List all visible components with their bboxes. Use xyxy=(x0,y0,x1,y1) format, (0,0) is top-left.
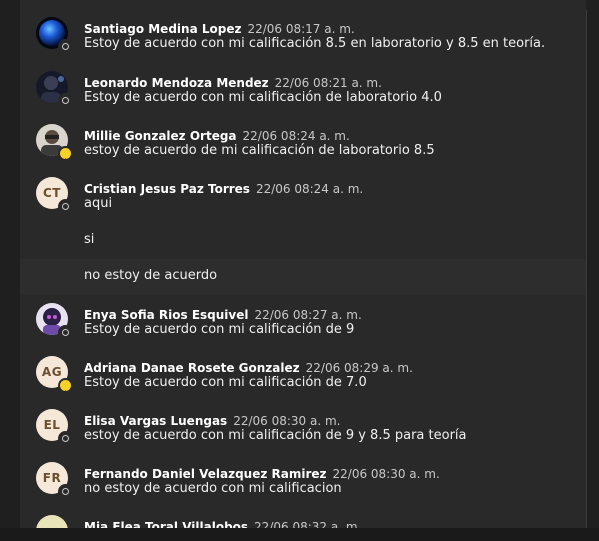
status-away-icon xyxy=(58,146,73,164)
timestamp: 22/06 08:17 a. m. xyxy=(247,22,355,36)
sender-name[interactable]: Cristian Jesus Paz Torres xyxy=(84,182,250,196)
timestamp: 22/06 08:27 a. m. xyxy=(254,308,362,322)
status-offline-icon xyxy=(58,484,73,499)
status-offline-icon xyxy=(58,199,73,214)
message-text: Estoy de acuerdo con mi calificación 8.5… xyxy=(84,36,546,51)
status-away-icon xyxy=(58,378,73,396)
message-text: estoy de acuerdo con mi calificación de … xyxy=(84,428,467,443)
status-offline-icon xyxy=(58,93,73,108)
status-offline-icon xyxy=(58,431,73,446)
sender-name[interactable]: Elisa Vargas Luengas xyxy=(84,414,227,428)
timestamp: 22/06 08:29 a. m. xyxy=(305,361,413,375)
timestamp: 22/06 08:21 a. m. xyxy=(274,76,382,90)
message-text: Estoy de acuerdo con mi calificación de … xyxy=(84,375,367,390)
sender-name[interactable]: Adriana Danae Rosete Gonzalez xyxy=(84,361,300,375)
message-text: aqui xyxy=(84,196,113,211)
scrollbar-track[interactable] xyxy=(586,10,587,530)
message-text: si xyxy=(84,232,95,247)
message-text: no estoy de acuerdo con mi calificacion xyxy=(84,481,342,496)
sender-name[interactable]: Leonardo Mendoza Mendez xyxy=(84,76,269,90)
message-text: Estoy de acuerdo con mi calificación de … xyxy=(84,90,442,105)
chat-message-list[interactable]: Santiago Medina Lopez 22/06 08:17 a. m. E… xyxy=(20,0,586,528)
status-offline-icon xyxy=(58,325,73,340)
timestamp: 22/06 08:30 a. m. xyxy=(233,414,341,428)
status-offline-icon xyxy=(58,39,73,54)
sender-name[interactable]: Santiago Medina Lopez xyxy=(84,22,241,36)
avatar[interactable] xyxy=(36,515,68,528)
timestamp: 22/06 08:24 a. m. xyxy=(255,182,364,196)
timestamp: 22/06 08:24 a. m. xyxy=(242,129,350,143)
bottom-bar xyxy=(0,528,599,541)
sender-name[interactable]: Millie Gonzalez Ortega xyxy=(84,129,237,143)
message-text: Estoy de acuerdo con mi calificación de … xyxy=(84,322,355,337)
sender-name[interactable]: Fernando Daniel Velazquez Ramirez xyxy=(84,467,327,481)
timestamp: 22/06 08:32 a. m. xyxy=(254,520,362,528)
message-text: no estoy de acuerdo xyxy=(84,268,218,283)
message-text: estoy de acuerdo de mi calificación de l… xyxy=(84,143,435,158)
timestamp: 22/06 08:30 a. m. xyxy=(332,467,440,481)
sender-name[interactable]: Enya Sofia Rios Esquivel xyxy=(84,308,248,322)
sender-name[interactable]: Mia Elea Toral Villalobos xyxy=(84,520,248,528)
